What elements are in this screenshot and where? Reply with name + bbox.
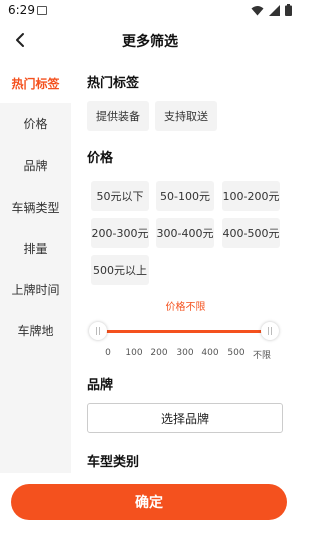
price-option[interactable]: 400-500元 [222, 218, 280, 248]
sidebar-item-vehicle-type[interactable]: 车辆类型 [0, 187, 71, 227]
price-option[interactable]: 100-200元 [222, 181, 280, 211]
sidebar-item-displacement[interactable]: 排量 [0, 228, 71, 268]
slider-tick-label: 300 [176, 348, 194, 358]
slider-tick-label: 100 [125, 348, 143, 358]
slider-tick-label: 0 [105, 348, 111, 358]
confirm-button[interactable]: 确定 [11, 484, 287, 520]
price-option[interactable]: 200-300元 [91, 218, 149, 248]
select-brand-button[interactable]: 选择品牌 [87, 403, 283, 433]
price-option[interactable]: 50元以下 [91, 181, 149, 211]
tag-option[interactable]: 提供装备 [87, 101, 149, 131]
price-title: 价格 [87, 151, 114, 166]
wifi-icon [251, 5, 264, 15]
price-slider-max-handle[interactable] [261, 322, 279, 340]
filter-content: 热门标签 提供装备 支持取送 价格 50元以下 50-100元 100-200元… [71, 63, 300, 473]
price-option[interactable]: 500元以上 [91, 255, 149, 285]
hot-tags-title: 热门标签 [87, 76, 140, 91]
sidebar-item-plate-location[interactable]: 车牌地 [0, 310, 71, 350]
vehicle-type-title: 车型类别 [87, 455, 140, 470]
brand-title: 品牌 [87, 378, 114, 393]
price-slider-track[interactable] [98, 330, 270, 333]
slider-tick-label: 400 [201, 348, 219, 358]
price-range-note: 价格不限 [165, 302, 206, 313]
price-option[interactable]: 50-100元 [156, 181, 214, 211]
price-slider-min-handle[interactable] [89, 322, 107, 340]
sidebar-item-hot-tags[interactable]: 热门标签 [0, 63, 71, 103]
tag-option[interactable]: 支持取送 [155, 101, 217, 131]
sidebar-item-price[interactable]: 价格 [0, 103, 71, 143]
slider-tick-label: 200 [150, 348, 168, 358]
page-title: 更多筛选 [122, 34, 178, 50]
header: 更多筛选 [0, 22, 300, 60]
sidebar-item-brand[interactable]: 品牌 [0, 145, 71, 185]
price-option[interactable]: 300-400元 [156, 218, 214, 248]
slider-tick-label: 不限 [252, 351, 272, 361]
image-notification-icon [37, 6, 47, 15]
sidebar-item-registration-time[interactable]: 上牌时间 [0, 269, 71, 309]
signal-icon [269, 4, 280, 16]
status-time: 6:29 [8, 3, 35, 17]
filter-category-sidebar: 热门标签 价格 品牌 车辆类型 排量 上牌时间 车牌地 [0, 63, 71, 473]
slider-tick-label: 500 [227, 348, 245, 358]
status-bar: 6:29 [0, 0, 300, 22]
battery-icon [285, 4, 292, 16]
status-icons [251, 4, 292, 16]
